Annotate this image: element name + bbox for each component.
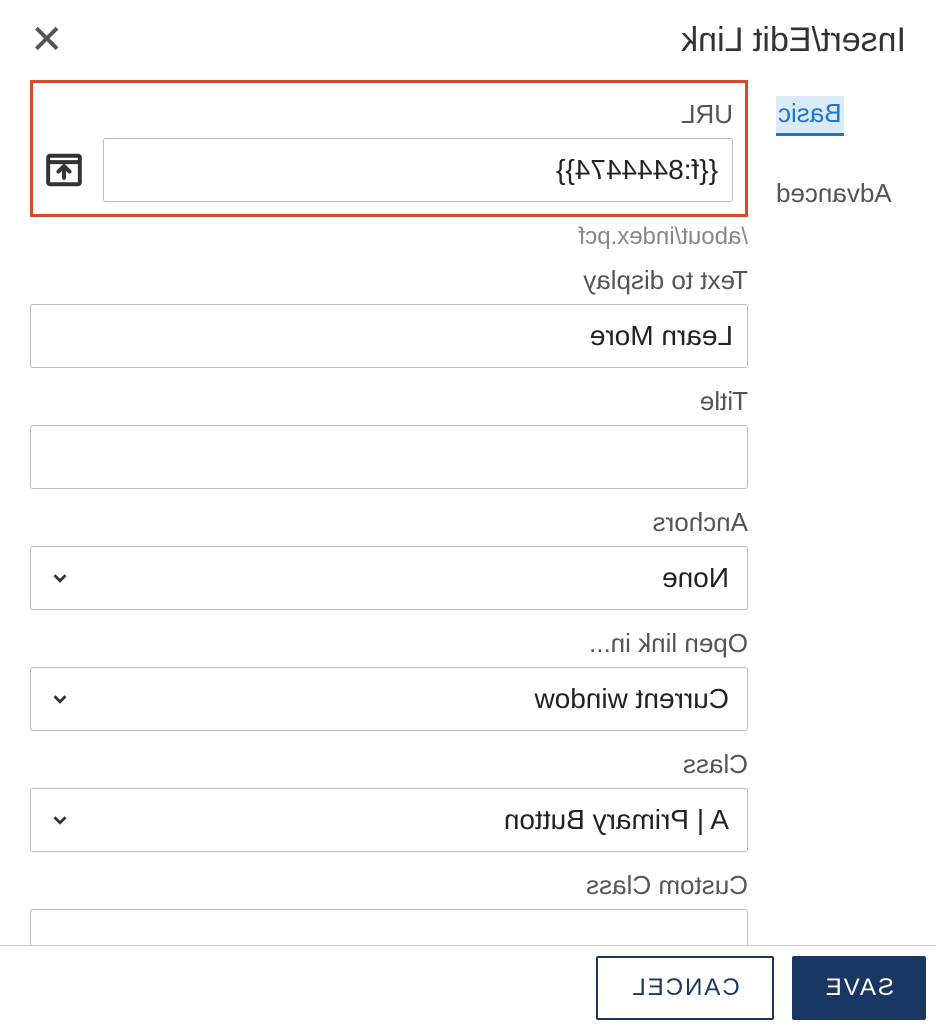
- cancel-button[interactable]: CANCEL: [596, 956, 773, 1020]
- anchors-value: None: [662, 562, 729, 594]
- url-helper-text: /about/index.pcf: [30, 223, 748, 251]
- insert-edit-link-dialog: Insert/Edit Link ✕ Basic Advanced URL: [0, 0, 936, 1001]
- chevron-down-icon: [49, 809, 71, 831]
- browse-file-icon[interactable]: [45, 151, 83, 189]
- class-field: Class A | Primary Button: [30, 749, 748, 852]
- form-panel: URL /about/index.pcf Text to display: [30, 80, 748, 991]
- open-in-label: Open link in...: [30, 628, 748, 659]
- class-select[interactable]: A | Primary Button: [30, 788, 748, 852]
- anchors-field: Anchors None: [30, 507, 748, 610]
- chevron-down-icon: [49, 688, 71, 710]
- url-highlight: URL: [30, 80, 748, 217]
- class-value: A | Primary Button: [504, 804, 729, 836]
- open-in-value: Current window: [534, 683, 729, 715]
- tabs-sidebar: Basic Advanced: [776, 80, 906, 991]
- tab-basic[interactable]: Basic: [776, 96, 844, 136]
- url-label: URL: [45, 99, 733, 130]
- url-field-group: URL: [45, 99, 733, 202]
- dialog-footer: SAVE CANCEL: [0, 945, 936, 1020]
- close-icon[interactable]: ✕: [30, 20, 64, 60]
- open-in-select[interactable]: Current window: [30, 667, 748, 731]
- text-display-field: Text to display: [30, 265, 748, 368]
- open-in-field: Open link in... Current window: [30, 628, 748, 731]
- dialog-body: Basic Advanced URL /about/in: [30, 80, 906, 991]
- text-display-label: Text to display: [30, 265, 748, 296]
- tab-advanced[interactable]: Advanced: [776, 160, 906, 213]
- title-label: Title: [30, 386, 748, 417]
- title-input[interactable]: [30, 425, 748, 489]
- class-label: Class: [30, 749, 748, 780]
- url-input[interactable]: [103, 138, 733, 202]
- text-display-input[interactable]: [30, 304, 748, 368]
- save-button[interactable]: SAVE: [792, 956, 926, 1020]
- anchors-label: Anchors: [30, 507, 748, 538]
- chevron-down-icon: [49, 567, 71, 589]
- dialog-title: Insert/Edit Link: [681, 21, 906, 60]
- custom-class-label: Custom Class: [30, 870, 748, 901]
- dialog-header: Insert/Edit Link ✕: [30, 20, 906, 60]
- anchors-select[interactable]: None: [30, 546, 748, 610]
- title-field: Title: [30, 386, 748, 489]
